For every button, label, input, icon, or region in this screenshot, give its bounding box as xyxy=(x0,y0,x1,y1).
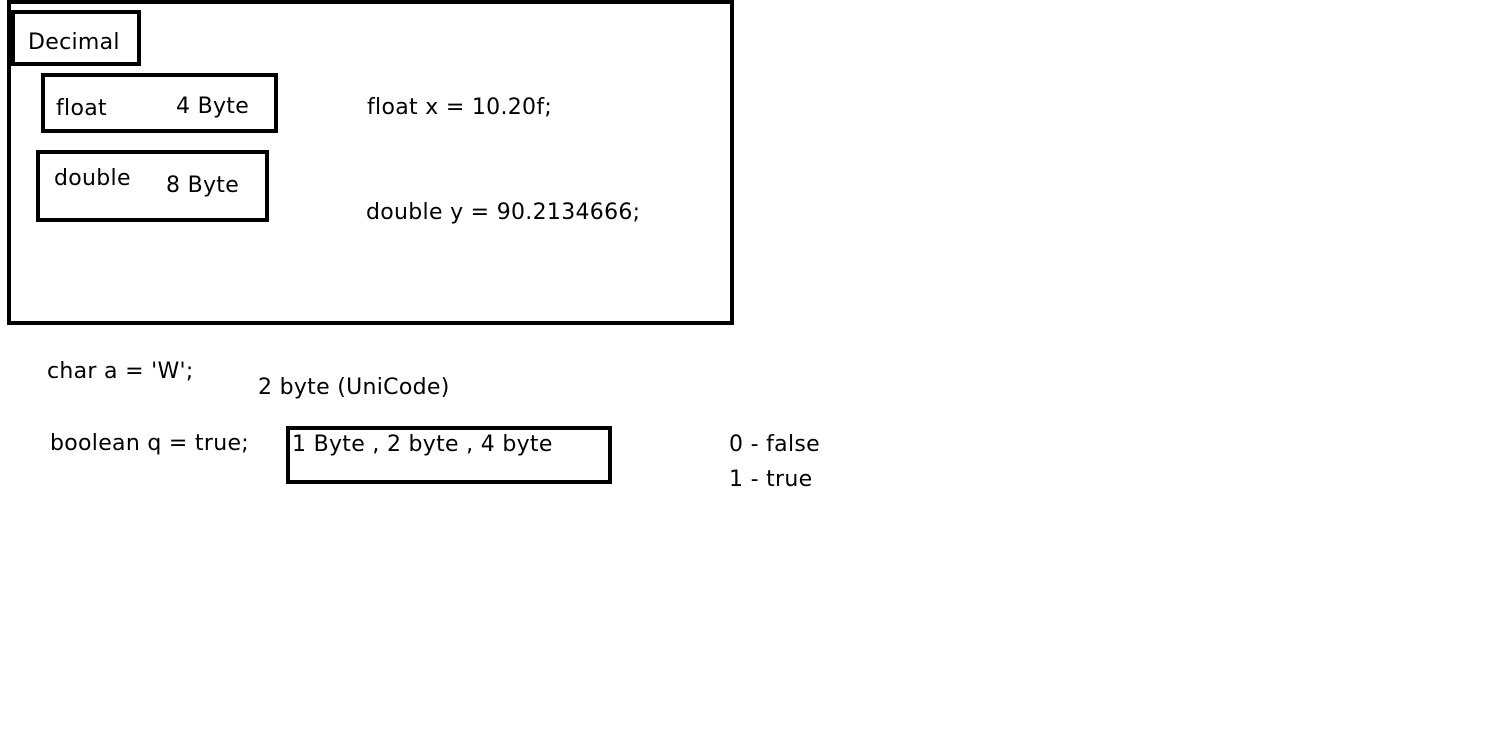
boolean-example: boolean q = true; xyxy=(50,431,249,456)
float-example: float x = 10.20f; xyxy=(367,95,553,120)
boolean-value-false: 0 - false xyxy=(729,432,820,457)
char-size: 2 byte (UniCode) xyxy=(258,375,450,400)
boolean-sizes: 1 Byte , 2 byte , 4 byte xyxy=(292,432,553,457)
decimal-title: Decimal xyxy=(28,30,120,55)
float-type-name: float xyxy=(56,96,107,121)
double-example: double y = 90.2134666; xyxy=(366,200,641,225)
char-example: char a = 'W'; xyxy=(47,359,194,384)
float-type-size: 4 Byte xyxy=(176,94,250,119)
double-type-name: double xyxy=(54,166,131,191)
boolean-value-true: 1 - true xyxy=(729,467,813,492)
double-type-size: 8 Byte xyxy=(166,173,240,198)
